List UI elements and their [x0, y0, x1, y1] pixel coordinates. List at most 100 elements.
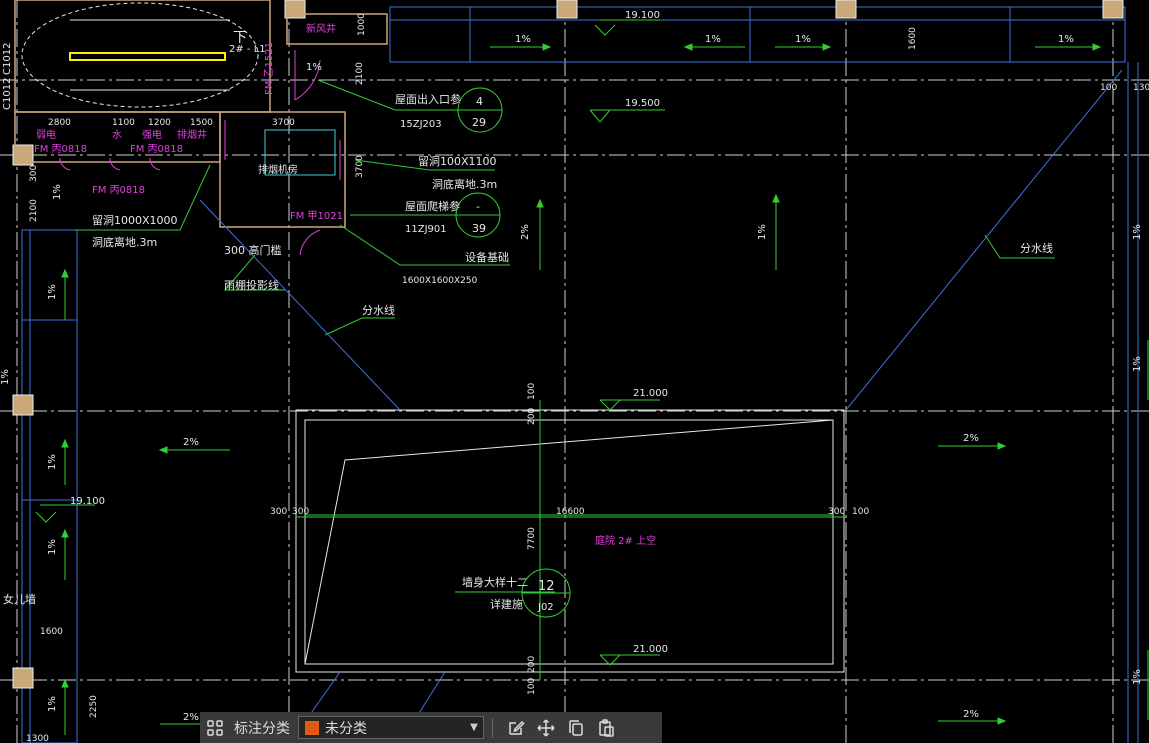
- annotation-category-label: 标注分类: [234, 720, 290, 737]
- slope-s6: 2%: [183, 437, 199, 448]
- copy-icon: [569, 719, 583, 736]
- ladder-num: -: [476, 200, 480, 213]
- wall-detail-ref: 详建施: [490, 597, 523, 611]
- slope-s9: 2%: [183, 712, 199, 723]
- parapet-label: 女儿墙: [3, 592, 36, 606]
- hole1-label: 留洞100X1100: [418, 155, 497, 168]
- door-tag-fm1: FM 丙0818: [34, 144, 87, 155]
- roof-exit-num: 4: [476, 95, 483, 108]
- ladder-sheet: 39: [472, 222, 486, 235]
- annotation-text: 下 2# - L1 新风井 屋面出入口参 15ZJ203 4 29 留洞100X…: [0, 10, 1149, 743]
- roof-exit-label: 屋面出入口参: [395, 92, 461, 106]
- watershed-label-right: 分水线: [1020, 241, 1053, 255]
- hole1-height: 洞底离地.3m: [432, 177, 497, 191]
- category-select[interactable]: 未分类 ▼: [298, 716, 484, 739]
- courtyard-outline: [295, 409, 845, 673]
- elevation-e5: 19.100: [70, 496, 105, 507]
- door-tag-fm2: FM 丙0818: [130, 144, 183, 155]
- dim-100-top: 100: [527, 383, 537, 400]
- slope-s4: 1%: [795, 34, 811, 45]
- slope-s16: 1%: [52, 184, 63, 200]
- stair-handrail: [69, 52, 226, 61]
- roof-exit-ref: 15ZJ203: [400, 119, 442, 130]
- dim-1200: 1200: [148, 118, 171, 128]
- grid-icon: [207, 719, 223, 736]
- dim-100: 100: [852, 507, 869, 517]
- slope-s3: 1%: [705, 34, 721, 45]
- fan-well-label: 新风井: [306, 22, 336, 35]
- edit-button[interactable]: [501, 712, 531, 743]
- slope-s20: 1%: [0, 369, 11, 385]
- slope-s19: 1%: [1132, 224, 1143, 240]
- window-tag-c2: C1012: [2, 78, 13, 110]
- slope-s2: 1%: [515, 34, 531, 45]
- copy-button[interactable]: [561, 712, 591, 743]
- cad-drawing-canvas[interactable]: 下 2# - L1 新风井 屋面出入口参 15ZJ203 4 29 留洞100X…: [0, 0, 1149, 743]
- threshold-label: 300 高门槛: [224, 243, 282, 257]
- dim-200-bottom: 200: [527, 656, 537, 673]
- dim-200: 200: [527, 408, 537, 425]
- ladder-label: 屋面爬梯参: [405, 199, 460, 213]
- dim-1500: 1500: [190, 118, 213, 128]
- door-tag-fm3: FM 丙0818: [92, 185, 145, 196]
- dim-2250: 2250: [89, 695, 99, 718]
- elevation-e2: 19.500: [625, 98, 660, 109]
- slope-s13: 1%: [47, 454, 58, 470]
- equip-base-label: 设备基础: [465, 250, 509, 264]
- move-icon: [537, 718, 555, 737]
- exhaust-room-label: 排烟机房: [258, 163, 298, 176]
- slope-s10: 2%: [520, 224, 531, 240]
- watershed-label: 分水线: [362, 303, 395, 317]
- ladder-ref: 11ZJ901: [405, 224, 447, 235]
- paste-button[interactable]: [591, 712, 621, 743]
- dim-1600b: 1600: [40, 627, 63, 637]
- stair-number-label: 2# - L1: [229, 44, 266, 55]
- slope-s12: 1%: [47, 284, 58, 300]
- dim-1100: 1100: [112, 118, 135, 128]
- courtyard-label: 庭院 2# 上空: [595, 534, 656, 547]
- dim-7700: 7700: [527, 527, 537, 550]
- strong-elec-label: 强电: [142, 128, 162, 141]
- watershed-lines: [199, 69, 1123, 743]
- hole2-height: 洞底离地.3m: [92, 235, 157, 249]
- door-tag-fm4: FM 甲1021: [290, 211, 343, 222]
- wall-detail-label: 墙身大样十二: [462, 575, 528, 589]
- grid-view-button[interactable]: [200, 712, 230, 743]
- water-label: 水: [112, 129, 122, 141]
- roof-exit-sheet: 29: [472, 116, 486, 129]
- dim-3700-vertical: 3700: [355, 155, 365, 178]
- chevron-down-icon: ▼: [470, 722, 478, 733]
- paste-icon: [599, 718, 614, 737]
- detail-sheet: J02: [537, 602, 554, 613]
- elevation-e1: 19.100: [625, 10, 660, 21]
- dim-100-right: 100: [1100, 83, 1117, 93]
- hole2-label: 留洞1000X1000: [92, 214, 178, 227]
- elevation-e3: 21.000: [633, 388, 668, 399]
- category-select-value: 未分类: [325, 720, 367, 737]
- slope-s11: 1%: [757, 224, 768, 240]
- smoke-well-label: 排烟井: [177, 128, 207, 141]
- dim-300c: 300: [828, 507, 845, 517]
- elevation-e4: 21.000: [633, 644, 668, 655]
- weak-elec-label: 弱电: [36, 128, 56, 141]
- slope-s7: 2%: [963, 433, 979, 444]
- dim-1600: 1600: [908, 27, 918, 50]
- detail-num: 12: [538, 579, 555, 594]
- slope-s5: 1%: [1058, 34, 1074, 45]
- slope-s1: 1%: [306, 62, 322, 73]
- slope-s18: 1%: [1132, 669, 1143, 685]
- dim-300a: 300: [270, 507, 287, 517]
- dim-1000: 1000: [357, 13, 367, 36]
- dim-300b: 300: [292, 507, 309, 517]
- stair-oval: [21, 2, 259, 108]
- dim-300: 300: [29, 165, 39, 182]
- category-color-swatch: [305, 720, 319, 735]
- annotation-toolbar: 标注分类 未分类 ▼: [200, 712, 662, 743]
- dim-16600: 16600: [556, 507, 585, 517]
- window-tag-c1: C1012: [2, 43, 13, 75]
- dim-100-bottom: 100: [527, 678, 537, 695]
- move-button[interactable]: [531, 712, 561, 743]
- columns: [12, 0, 1124, 689]
- toolbar-divider: [492, 717, 493, 738]
- left-parapet: [21, 62, 1139, 743]
